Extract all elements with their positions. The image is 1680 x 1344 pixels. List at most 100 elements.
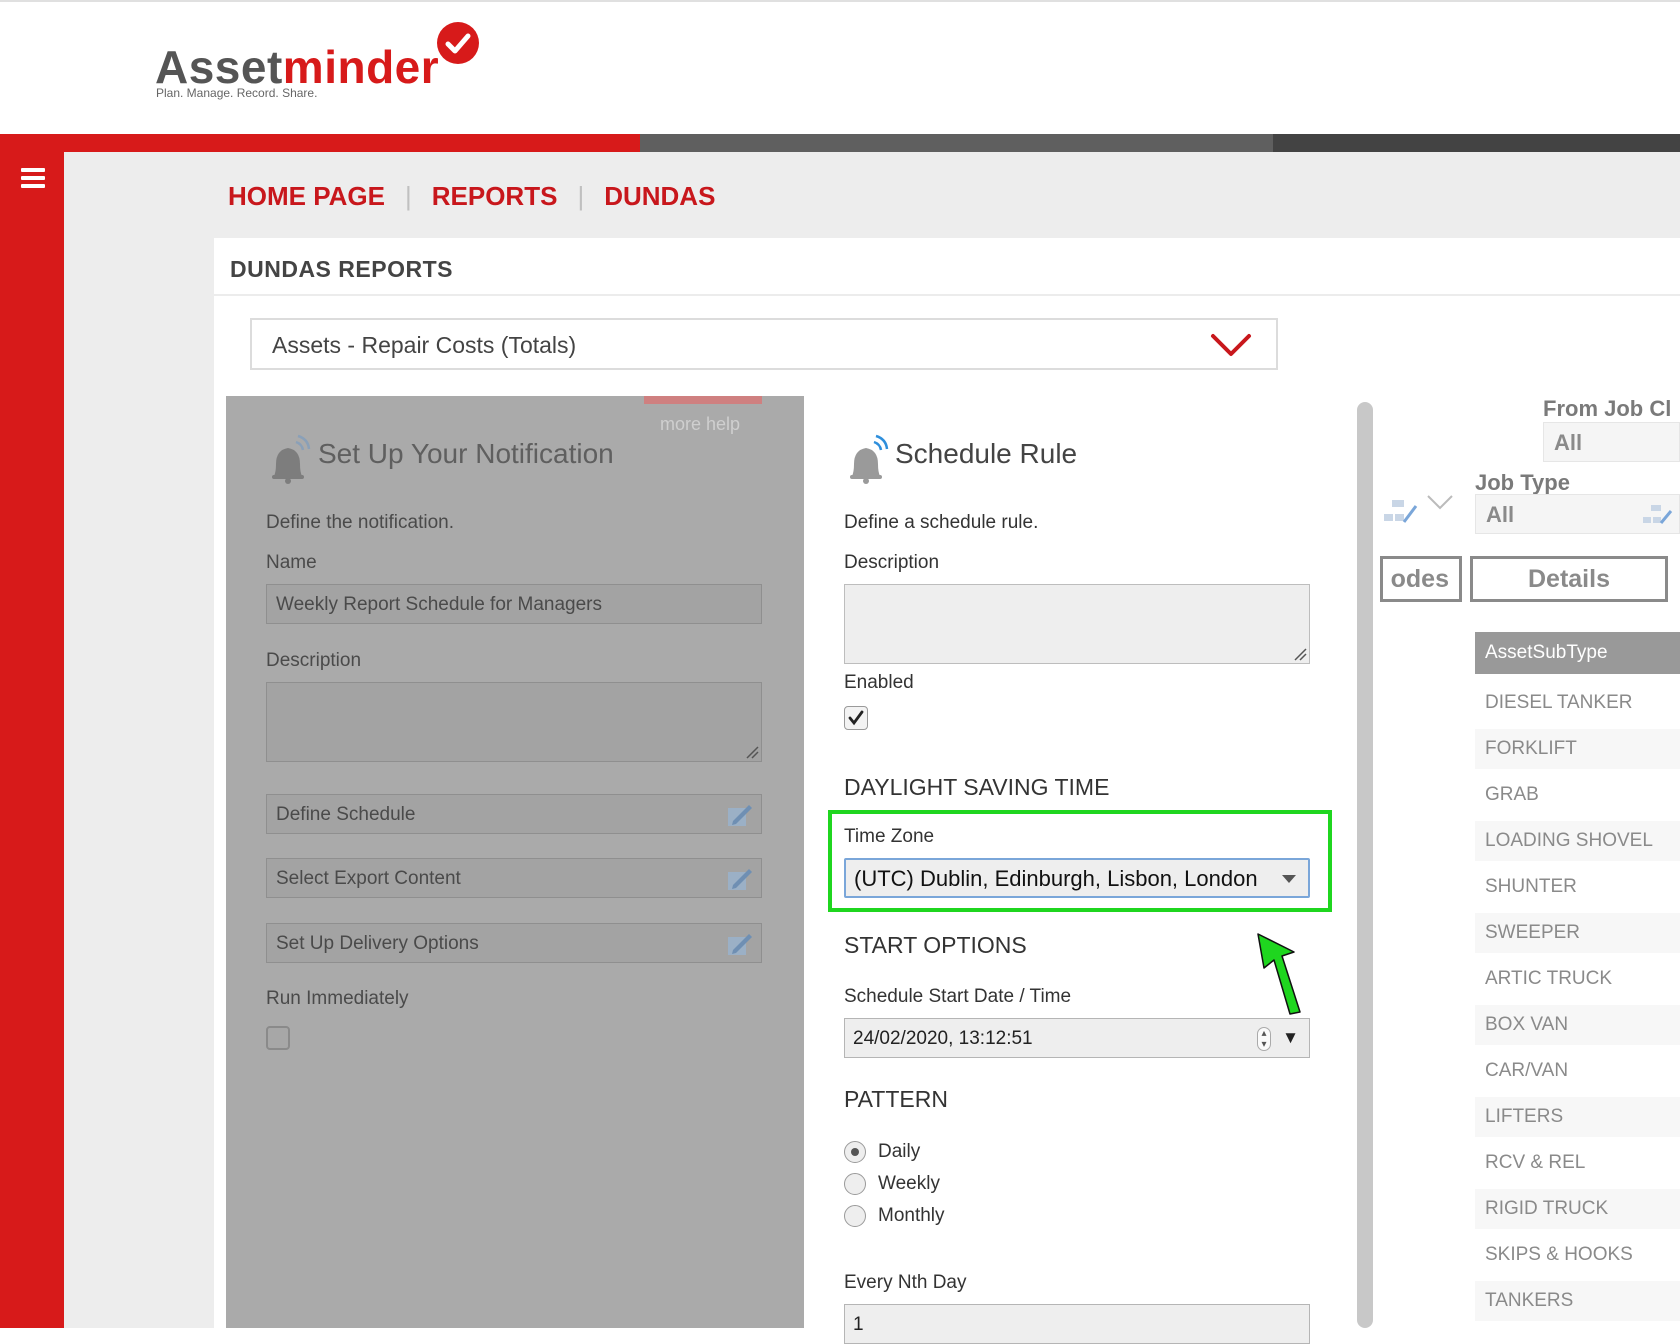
resize-grip-icon: [746, 746, 759, 759]
header-bar-red: [0, 134, 640, 152]
pattern-label: Monthly: [878, 1205, 945, 1226]
start-options-heading: START OPTIONS: [844, 932, 1027, 958]
hierarchy-icon: [1384, 500, 1418, 523]
list-item: RCV & REL: [1485, 1152, 1586, 1173]
pattern-option-daily[interactable]: Daily: [844, 1140, 920, 1164]
pattern-label: Weekly: [878, 1173, 940, 1194]
spinner-icon[interactable]: ▴ ▾: [1257, 1027, 1271, 1051]
description-label: Description: [266, 650, 362, 671]
edit-icon[interactable]: [725, 930, 753, 958]
bell-icon: [850, 434, 889, 484]
dialog-scrollbar[interactable]: [1357, 402, 1373, 1328]
panel-divider: [214, 294, 1680, 296]
dropdown-arrow-icon[interactable]: ▼: [1282, 1028, 1299, 1048]
hamburger-menu-icon[interactable]: [21, 168, 45, 188]
list-item: CAR/VAN: [1485, 1060, 1569, 1081]
list-item: DIESEL TANKER: [1485, 692, 1633, 713]
name-label: Name: [266, 552, 317, 573]
select-export-label: Select Export Content: [276, 868, 461, 889]
from-job-value: All: [1554, 430, 1583, 455]
every-nth-day-label: Every Nth Day: [844, 1272, 967, 1293]
schedule-description-textarea[interactable]: [844, 584, 1310, 664]
list-item: SWEEPER: [1475, 913, 1680, 953]
list-item: TANKERS: [1475, 1281, 1680, 1321]
name-input[interactable]: Weekly Report Schedule for Managers: [266, 584, 762, 624]
triangle-down-icon[interactable]: [1426, 494, 1454, 510]
run-immediately-checkbox[interactable]: [266, 1026, 290, 1050]
notification-description-textarea[interactable]: [266, 682, 762, 762]
radio-button[interactable]: [844, 1173, 866, 1195]
job-type-value: All: [1486, 502, 1515, 527]
schedule-description-label: Description: [844, 552, 940, 573]
start-datetime-value: 24/02/2020, 13:12:51: [853, 1028, 1033, 1049]
header-bar-darker: [1273, 134, 1680, 152]
annotation-arrow-icon: [1257, 933, 1301, 1015]
report-select[interactable]: Assets - Repair Costs (Totals): [250, 318, 1278, 370]
name-input-value: Weekly Report Schedule for Managers: [276, 594, 602, 615]
breadcrumb-separator: |: [577, 180, 585, 211]
chevron-down-icon: [1211, 334, 1251, 356]
top-border: [0, 0, 1680, 2]
list-item: GRAB: [1485, 784, 1539, 805]
time-zone-select[interactable]: (UTC) Dublin, Edinburgh, Lisbon, London: [844, 858, 1310, 898]
bell-icon: [272, 434, 311, 484]
every-nth-day-input[interactable]: 1: [844, 1304, 1310, 1344]
job-type-label: Job Type: [1475, 470, 1570, 495]
list-header-assetsubtype: AssetSubType: [1475, 632, 1680, 674]
time-zone-value: (UTC) Dublin, Edinburgh, Lisbon, London: [854, 866, 1258, 891]
start-datetime-input[interactable]: 24/02/2020, 13:12:51 ▴ ▾ ▼: [844, 1018, 1310, 1058]
list-item: LOADING SHOVEL: [1475, 821, 1680, 861]
list-item: ARTIC TRUCK: [1485, 968, 1613, 989]
pattern-option-weekly[interactable]: Weekly: [844, 1172, 940, 1196]
breadcrumb-dundas[interactable]: DUNDAS: [604, 181, 715, 212]
every-nth-day-value: 1: [853, 1314, 864, 1335]
breadcrumb-separator: |: [404, 180, 412, 211]
from-job-filter[interactable]: All: [1543, 422, 1680, 462]
list-item: SHUNTER: [1485, 876, 1577, 897]
job-type-filter[interactable]: All: [1475, 494, 1680, 534]
sidebar: [0, 152, 64, 1328]
time-zone-label: Time Zone: [844, 826, 935, 847]
schedule-intro: Define a schedule rule.: [844, 512, 1039, 533]
edit-icon[interactable]: [725, 801, 753, 829]
notification-intro: Define the notification.: [266, 512, 455, 533]
panel-title: DUNDAS REPORTS: [230, 256, 453, 282]
pattern-option-monthly[interactable]: Monthly: [844, 1204, 945, 1228]
enabled-checkbox[interactable]: [844, 706, 868, 730]
radio-button[interactable]: [844, 1205, 866, 1227]
pattern-heading: PATTERN: [844, 1086, 948, 1112]
dst-heading: DAYLIGHT SAVING TIME: [844, 774, 1110, 800]
edit-icon[interactable]: [725, 865, 753, 893]
checkmark-icon: [437, 22, 479, 64]
list-item: LIFTERS: [1475, 1097, 1680, 1137]
notification-setup-panel: more help Set Up Your Notification Defin…: [226, 396, 804, 1328]
delivery-options-label: Set Up Delivery Options: [276, 933, 479, 954]
delivery-options-field[interactable]: Set Up Delivery Options: [266, 923, 762, 963]
dropdown-arrow-icon: [1282, 875, 1296, 883]
tab-codes[interactable]: odes: [1380, 556, 1462, 602]
from-job-label: From Job Cl: [1543, 396, 1672, 421]
tab-details[interactable]: Details: [1470, 556, 1668, 602]
enabled-label: Enabled: [844, 672, 914, 693]
checkmark-icon: [848, 710, 864, 726]
list-item: RIGID TRUCK: [1475, 1189, 1680, 1229]
list-item: SKIPS & HOOKS: [1485, 1244, 1633, 1265]
header-bar-dark: [640, 134, 1273, 152]
breadcrumb-home[interactable]: HOME PAGE: [228, 181, 385, 212]
help-tab: [644, 396, 762, 404]
breadcrumb-reports[interactable]: REPORTS: [432, 181, 558, 212]
list-item: FORKLIFT: [1475, 729, 1680, 769]
report-select-value: Assets - Repair Costs (Totals): [272, 332, 577, 358]
notification-title: Set Up Your Notification: [318, 438, 614, 469]
more-help-link[interactable]: more help: [660, 414, 740, 435]
run-immediately-label: Run Immediately: [266, 988, 409, 1009]
resize-grip-icon: [1294, 648, 1307, 661]
define-schedule-label: Define Schedule: [276, 804, 416, 825]
select-export-content-field[interactable]: Select Export Content: [266, 858, 762, 898]
list-item: BOX VAN: [1475, 1005, 1680, 1045]
radio-button[interactable]: [844, 1141, 866, 1163]
define-schedule-field[interactable]: Define Schedule: [266, 794, 762, 834]
assetminder-logo[interactable]: Assetminder Plan. Manage. Record. Share.: [155, 22, 495, 112]
breadcrumb: HOME PAGE | REPORTS | DUNDAS: [228, 178, 715, 214]
logo-tagline: Plan. Manage. Record. Share.: [156, 86, 318, 100]
